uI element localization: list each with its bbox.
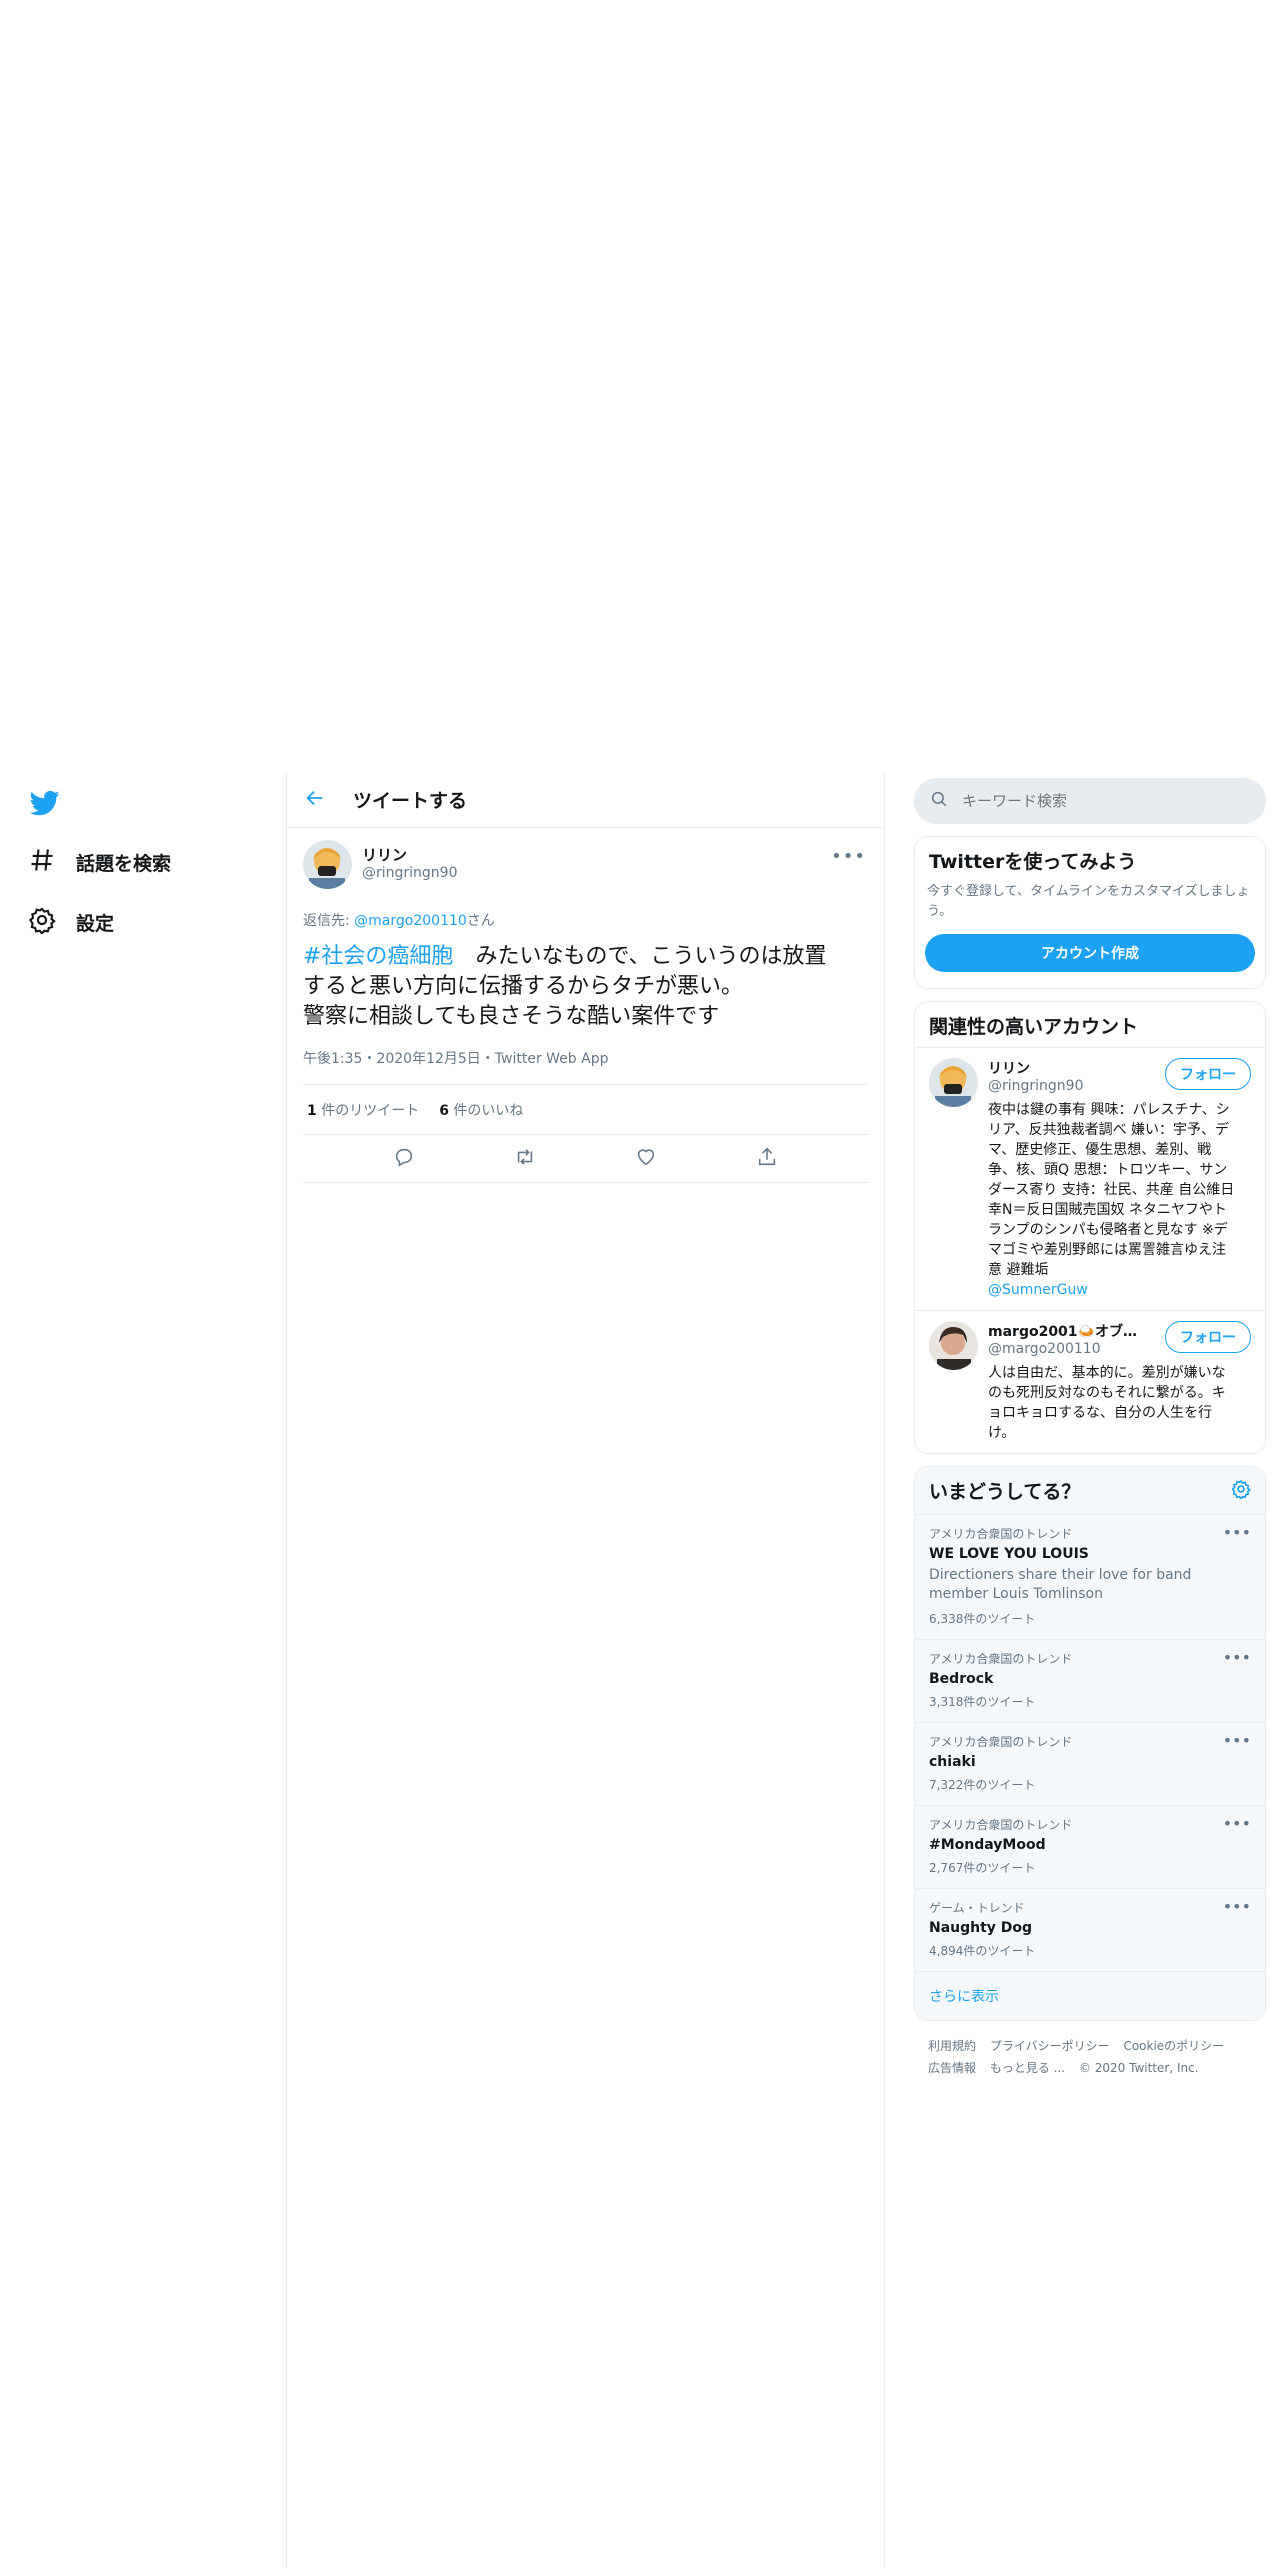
tweet-stats: 1 件のリツイート 6 件のいいね (303, 1085, 868, 1135)
signup-card: Twitterを使ってみよう 今すぐ登録して、タイムラインをカスタマイズしましょ… (914, 836, 1266, 989)
share-icon[interactable] (756, 1146, 778, 1172)
footer-copyright: © 2020 Twitter, Inc. (1078, 2061, 1199, 2075)
avatar[interactable] (303, 840, 352, 889)
trend-item[interactable]: アメリカ合衆国のトレンド #MondayMood 2,767件のツイート ••• (915, 1806, 1265, 1889)
page-title: ツイートする (353, 790, 468, 812)
follow-button[interactable]: フォロー (1165, 1321, 1251, 1353)
account-item[interactable]: margo2001🍛オブ・... @margo200110 人は自由だ、基本的に… (915, 1310, 1265, 1453)
back-button[interactable] (287, 772, 343, 828)
tweet-actions (303, 1135, 868, 1183)
tweet-text: #社会の癌細胞 みたいなもので、こういうのは放置 すると悪い方向に伝播するからタ… (303, 942, 868, 1032)
footer-ads[interactable]: 広告情報 (928, 2061, 976, 2075)
account-name[interactable]: margo2001🍛オブ・... (988, 1321, 1138, 1341)
tweet-text-line3: 警察に相談しても良さそうな酷い案件です (303, 1004, 720, 1029)
more-options-icon[interactable]: ••• (831, 846, 866, 867)
related-title: 関連性の高いアカウント (929, 1016, 1139, 1038)
tweet-text-line2: すると悪い方向に伝播するからタチが悪い。 (303, 974, 744, 999)
reply-to-line: 返信先: @margo200110さん (303, 910, 868, 930)
trend-name: Naughty Dog (929, 1920, 1033, 1936)
retweet-count: 1 (307, 1102, 317, 1119)
tweet-detail: リリン @ringringn90 ••• 返信先: @margo200110さん… (287, 828, 884, 1183)
search-input[interactable] (962, 792, 1222, 810)
nav-explore[interactable]: 話題を検索 (28, 842, 171, 882)
more-options-icon[interactable]: ••• (1223, 1814, 1251, 1833)
trend-name: chiaki (929, 1754, 976, 1770)
trends-card: いまどうしてる？ アメリカ合衆国のトレンド WE LOVE YOU LOUIS … (914, 1466, 1266, 2021)
arrow-left-icon (304, 787, 326, 813)
like-stat[interactable]: 6 件のいいね (439, 1100, 523, 1120)
reply-prefix: 返信先: (303, 913, 355, 929)
trend-item[interactable]: アメリカ合衆国のトレンド chiaki 7,322件のツイート ••• (915, 1723, 1265, 1806)
retweet-icon[interactable] (514, 1146, 536, 1172)
trend-item[interactable]: ゲーム・トレンド Naughty Dog 4,894件のツイート ••• (915, 1889, 1265, 1972)
more-options-icon[interactable]: ••• (1223, 1731, 1251, 1750)
trend-description: Directioners share their love for band m… (929, 1567, 1192, 1602)
footer-privacy[interactable]: プライバシーポリシー (990, 2039, 1110, 2053)
trend-count: 3,318件のツイート (929, 1695, 1036, 1709)
account-bio-text: 夜中は鍵の事有 興味：パレスチナ、シリア、反共独裁者調べ 嫌い：宇予、デマ、歴史… (988, 1102, 1235, 1278)
trend-count: 6,338件のツイート (929, 1612, 1036, 1626)
gear-icon[interactable] (1231, 1479, 1251, 1503)
trends-title: いまどうしてる？ (929, 1481, 1081, 1503)
right-sidebar: Twitterを使ってみよう 今すぐ登録して、タイムラインをカスタマイズしましょ… (914, 772, 1266, 2093)
retweet-stat[interactable]: 1 件のリツイート (307, 1100, 419, 1120)
footer-terms[interactable]: 利用規約 (928, 2039, 976, 2053)
trend-context: アメリカ合衆国のトレンド (929, 1735, 1073, 1749)
trend-context: アメリカ合衆国のトレンド (929, 1527, 1073, 1541)
hashtag-icon (28, 846, 56, 879)
avatar[interactable] (929, 1321, 978, 1370)
twitter-logo-icon[interactable] (28, 788, 62, 818)
nav-settings[interactable]: 設定 (28, 902, 114, 942)
trend-name: Bedrock (929, 1671, 994, 1687)
more-options-icon[interactable]: ••• (1223, 1648, 1251, 1667)
search-icon (930, 790, 948, 812)
reply-to-link[interactable]: @margo200110 (354, 913, 467, 929)
signup-title: Twitterを使ってみよう (929, 851, 1137, 873)
trend-name: WE LOVE YOU LOUIS (929, 1546, 1089, 1562)
page-header: ツイートする (287, 772, 884, 828)
trend-item[interactable]: アメリカ合衆国のトレンド Bedrock 3,318件のツイート ••• (915, 1640, 1265, 1723)
create-account-button[interactable]: アカウント作成 (925, 934, 1255, 972)
footer-cookie[interactable]: Cookieのポリシー (1123, 2039, 1224, 2053)
avatar[interactable] (929, 1058, 978, 1107)
related-accounts-card: 関連性の高いアカウント リリン @ringringn90 夜中は鍵の事有 興味：… (914, 1001, 1266, 1454)
follow-button[interactable]: フォロー (1165, 1058, 1251, 1090)
trend-count: 2,767件のツイート (929, 1861, 1036, 1875)
nav-settings-label: 設定 (76, 912, 115, 935)
tweet-timestamp[interactable]: 午後1:35・2020年12月5日・Twitter Web App (303, 1048, 868, 1085)
trend-context: ゲーム・トレンド (929, 1901, 1025, 1915)
reply-suffix: さん (466, 913, 495, 929)
account-item[interactable]: リリン @ringringn90 夜中は鍵の事有 興味：パレスチナ、シリア、反共… (915, 1047, 1265, 1310)
search-bar[interactable] (914, 778, 1266, 824)
heart-icon[interactable] (635, 1146, 657, 1172)
trend-name: #MondayMood (929, 1837, 1046, 1853)
account-bio-link[interactable]: @SumnerGuw (988, 1282, 1088, 1298)
show-more-link[interactable]: さらに表示 (915, 1972, 1265, 2020)
signup-subtitle: 今すぐ登録して、タイムラインをカスタマイズしましょう。 (927, 884, 1250, 919)
trend-context: アメリカ合衆国のトレンド (929, 1652, 1073, 1666)
trend-context: アメリカ合衆国のトレンド (929, 1818, 1073, 1832)
retweet-label: 件のリツイート (316, 1102, 420, 1119)
account-bio: 夜中は鍵の事有 興味：パレスチナ、シリア、反共独裁者調べ 嫌い：宇予、デマ、歴史… (988, 1100, 1238, 1300)
footer: 利用規約 プライバシーポリシー Cookieのポリシー 広告情報 もっと見る .… (914, 2021, 1266, 2093)
reply-icon[interactable] (393, 1146, 415, 1172)
nav-explore-label: 話題を検索 (76, 852, 172, 875)
like-count: 6 (439, 1102, 449, 1119)
more-options-icon[interactable]: ••• (1223, 1523, 1251, 1542)
account-name[interactable]: リリン (988, 1058, 1138, 1078)
trend-item[interactable]: アメリカ合衆国のトレンド WE LOVE YOU LOUIS Direction… (915, 1515, 1265, 1640)
main-column: ツイートする リリン @ringringn90 ••• 返信先: @margo2… (286, 772, 885, 2568)
gear-icon (28, 906, 56, 939)
hashtag-link[interactable]: #社会の癌細胞 (303, 944, 453, 969)
account-bio: 人は自由だ、基本的に。差別が嫌いなのも死刑反対なのもそれに繋がる。キョロキョロす… (988, 1365, 1226, 1441)
tweet-text-line1: みたいなもので、こういうのは放置 (453, 944, 827, 969)
author-handle[interactable]: @ringringn90 (362, 865, 458, 881)
more-options-icon[interactable]: ••• (1223, 1897, 1251, 1916)
tweet-author: リリン @ringringn90 ••• (303, 840, 868, 898)
footer-more[interactable]: もっと見る ... (990, 2061, 1065, 2075)
author-name[interactable]: リリン (362, 844, 458, 865)
trend-count: 4,894件のツイート (929, 1944, 1036, 1958)
like-label: 件のいいね (448, 1102, 524, 1119)
trend-count: 7,322件のツイート (929, 1778, 1036, 1792)
